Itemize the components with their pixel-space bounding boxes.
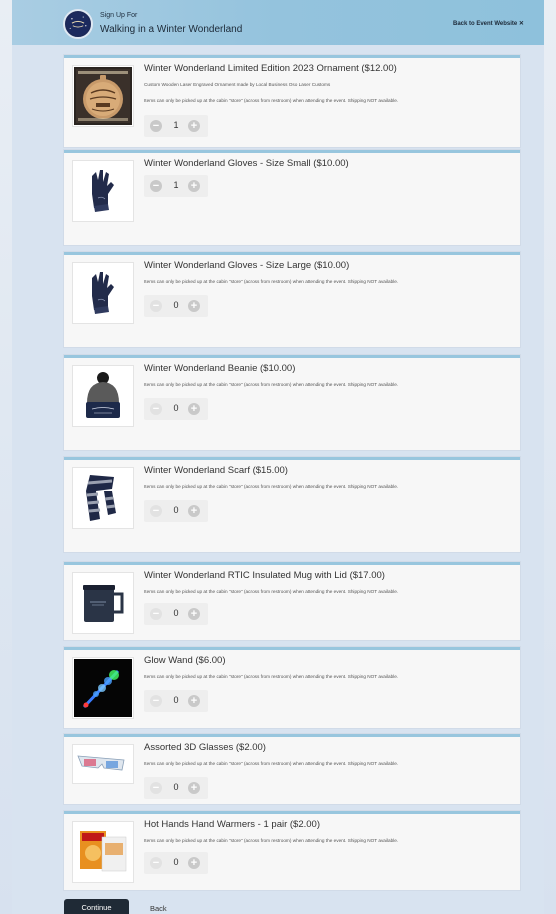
pickup-note: Items can only be picked up at the cabin… <box>144 674 399 679</box>
increase-quantity-button[interactable]: + <box>188 505 200 517</box>
3d-glasses-icon <box>72 744 134 784</box>
quantity-stepper: − 1 + <box>144 175 208 197</box>
increase-quantity-button[interactable]: + <box>188 180 200 192</box>
gloves-icon <box>72 160 134 222</box>
product-title: Hot Hands Hand Warmers - 1 pair ($2.00) <box>144 819 320 830</box>
product-card: Assorted 3D Glasses ($2.00) Items can on… <box>64 734 520 804</box>
pickup-note: Items can only be picked up at the cabin… <box>144 382 399 387</box>
glow-wand-icon <box>72 657 134 719</box>
increase-quantity-button[interactable]: + <box>188 608 200 620</box>
quantity-value: 0 <box>173 608 179 618</box>
product-title: Winter Wonderland Scarf ($15.00) <box>144 465 288 476</box>
scarf-icon <box>72 467 134 529</box>
pickup-note: Items can only be picked up at the cabin… <box>144 838 399 843</box>
decrease-quantity-button[interactable]: − <box>150 120 162 132</box>
mug-icon <box>72 572 134 634</box>
product-card: Glow Wand ($6.00) Items can only be pick… <box>64 647 520 728</box>
quantity-value: 0 <box>173 403 179 413</box>
product-card: Winter Wonderland Gloves - Size Large ($… <box>64 252 520 347</box>
event-logo <box>63 9 93 39</box>
product-card: Winter Wonderland Scarf ($15.00) Items c… <box>64 457 520 552</box>
product-card: Winter Wonderland Limited Edition 2023 O… <box>64 55 520 147</box>
quantity-stepper: − 0 + <box>144 852 208 874</box>
pickup-note: Items can only be picked up at the cabin… <box>144 279 399 284</box>
decrease-quantity-button[interactable]: − <box>150 505 162 517</box>
quantity-value: 0 <box>173 782 179 792</box>
quantity-stepper: − 1 + <box>144 115 208 137</box>
product-description: Custom Wooden Laser Engraved Ornament ma… <box>144 82 331 87</box>
quantity-stepper: − 0 + <box>144 500 208 522</box>
event-title: Walking in a Winter Wonderland <box>100 24 243 35</box>
product-title: Winter Wonderland RTIC Insulated Mug wit… <box>144 570 385 581</box>
increase-quantity-button[interactable]: + <box>188 857 200 869</box>
decrease-quantity-button[interactable]: − <box>150 695 162 707</box>
quantity-stepper: − 0 + <box>144 398 208 420</box>
beanie-icon <box>72 365 134 427</box>
product-card: Hot Hands Hand Warmers - 1 pair ($2.00) … <box>64 811 520 890</box>
product-card: Winter Wonderland Beanie ($10.00) Items … <box>64 355 520 450</box>
back-button[interactable]: Back <box>150 904 167 913</box>
hand-warmers-icon <box>72 821 134 883</box>
product-card: Winter Wonderland RTIC Insulated Mug wit… <box>64 562 520 640</box>
decrease-quantity-button[interactable]: − <box>150 180 162 192</box>
gloves-icon <box>72 262 134 324</box>
signup-for-label: Sign Up For <box>100 12 138 19</box>
quantity-stepper: − 0 + <box>144 603 208 625</box>
quantity-value: 0 <box>173 300 179 310</box>
decrease-quantity-button[interactable]: − <box>150 782 162 794</box>
increase-quantity-button[interactable]: + <box>188 403 200 415</box>
quantity-value: 0 <box>173 695 179 705</box>
quantity-value: 0 <box>173 857 179 867</box>
quantity-stepper: − 0 + <box>144 295 208 317</box>
pickup-note: Items can only be picked up at the cabin… <box>144 98 399 103</box>
decrease-quantity-button[interactable]: − <box>150 300 162 312</box>
pickup-note: Items can only be picked up at the cabin… <box>144 484 399 489</box>
product-title: Glow Wand ($6.00) <box>144 655 226 666</box>
quantity-stepper: − 0 + <box>144 777 208 799</box>
increase-quantity-button[interactable]: + <box>188 782 200 794</box>
ornament-icon <box>72 65 134 127</box>
back-to-event-link[interactable]: Back to Event Website ✕ <box>453 20 524 27</box>
pickup-note: Items can only be picked up at the cabin… <box>144 761 399 766</box>
pickup-note: Items can only be picked up at the cabin… <box>144 589 399 594</box>
decrease-quantity-button[interactable]: − <box>150 608 162 620</box>
product-card: Winter Wonderland Gloves - Size Small ($… <box>64 150 520 245</box>
quantity-value: 0 <box>173 505 179 515</box>
product-title: Winter Wonderland Gloves - Size Large ($… <box>144 260 350 271</box>
continue-button[interactable]: Continue <box>64 899 129 914</box>
product-title: Winter Wonderland Gloves - Size Small ($… <box>144 158 349 169</box>
quantity-value: 1 <box>173 120 179 130</box>
decrease-quantity-button[interactable]: − <box>150 403 162 415</box>
decrease-quantity-button[interactable]: − <box>150 857 162 869</box>
product-title: Assorted 3D Glasses ($2.00) <box>144 742 266 753</box>
product-title: Winter Wonderland Beanie ($10.00) <box>144 363 296 374</box>
quantity-stepper: − 0 + <box>144 690 208 712</box>
increase-quantity-button[interactable]: + <box>188 300 200 312</box>
increase-quantity-button[interactable]: + <box>188 120 200 132</box>
product-title: Winter Wonderland Limited Edition 2023 O… <box>144 63 397 74</box>
quantity-value: 1 <box>173 180 179 190</box>
increase-quantity-button[interactable]: + <box>188 695 200 707</box>
